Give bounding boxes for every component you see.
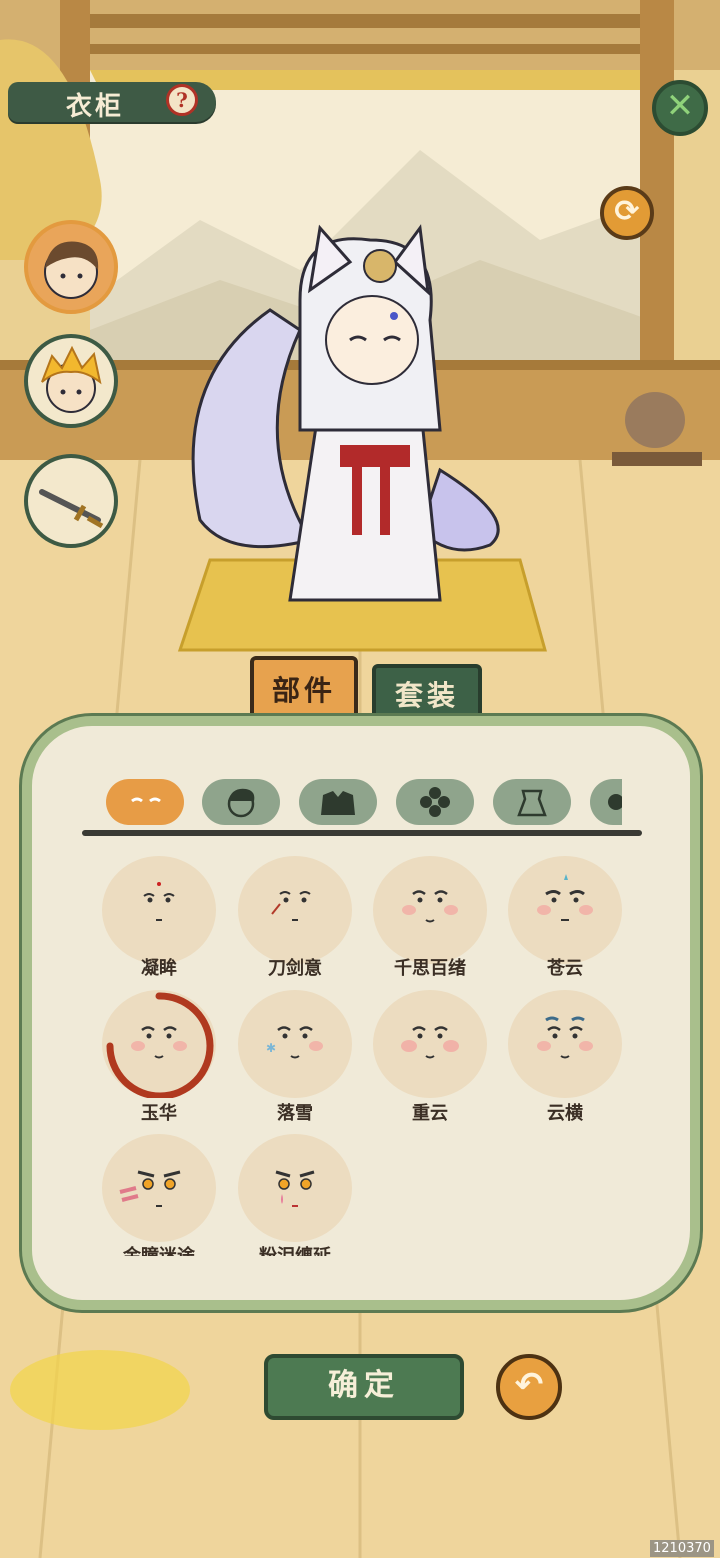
face-option-9[interactable]	[102, 1134, 216, 1242]
category-hair[interactable]	[202, 779, 280, 825]
face-option-4[interactable]	[508, 856, 622, 964]
face-label: 金瞳迷途	[89, 1242, 229, 1256]
category-divider	[82, 830, 642, 836]
face-label: 落雪	[277, 1103, 313, 1124]
page-title: 衣柜	[66, 92, 125, 122]
face-label: 粉泪缠延	[225, 1242, 365, 1256]
face-label: 千思百绪	[394, 958, 466, 979]
face-preview	[106, 992, 214, 1100]
sword-icon	[39, 489, 104, 529]
hair-icon	[227, 788, 255, 818]
face-option-3[interactable]	[373, 856, 487, 964]
build-id-label: 1210370	[650, 1540, 714, 1557]
category-accessory[interactable]	[396, 779, 474, 825]
face-label: 刀剑意	[268, 958, 322, 979]
face-preview: ✱	[266, 1026, 323, 1059]
face-option-1[interactable]	[102, 856, 216, 964]
more-icon	[608, 794, 622, 810]
face-preview	[119, 1170, 181, 1207]
face-option-5-selected[interactable]	[102, 990, 216, 1100]
close-button[interactable]: ✕	[652, 80, 708, 136]
blonde-hero-avatar	[41, 345, 102, 413]
face-option-7[interactable]	[373, 990, 487, 1098]
face-preview	[537, 874, 593, 921]
face-option-8[interactable]	[508, 990, 622, 1098]
brown-haired-hero-avatar	[44, 241, 99, 299]
svg-text:✱: ✱	[266, 1041, 276, 1055]
face-label: 苍云	[547, 958, 583, 979]
undo-button[interactable]: ↶	[496, 1354, 562, 1420]
face-label: 云横	[547, 1103, 583, 1124]
face-preview	[537, 1016, 593, 1059]
face-preview	[401, 1026, 459, 1059]
face-preview	[271, 891, 311, 921]
face-label: 玉华	[141, 1103, 177, 1124]
face-option-10[interactable]	[238, 1134, 352, 1242]
face-preview	[275, 1170, 315, 1207]
category-face[interactable]	[106, 779, 184, 825]
face-label: 凝眸	[141, 958, 177, 979]
face-option-2[interactable]	[238, 856, 352, 964]
help-icon[interactable]: ?	[166, 84, 198, 116]
tab-outfits[interactable]: 套装	[372, 664, 482, 720]
flower-icon	[420, 787, 450, 817]
accessory-icon	[517, 789, 547, 817]
confirm-button[interactable]: 确定	[264, 1354, 464, 1420]
face-preview	[402, 890, 458, 923]
tab-parts[interactable]: 部件	[250, 656, 358, 720]
character-slot-1[interactable]	[24, 220, 118, 314]
face-preview	[143, 882, 175, 921]
face-label: 重云	[412, 1103, 448, 1124]
category-more[interactable]	[590, 779, 622, 825]
clothing-icon	[321, 791, 355, 815]
character-slot-2[interactable]	[24, 334, 118, 428]
category-ornament[interactable]	[493, 779, 571, 825]
face-option-6[interactable]: ✱	[238, 990, 352, 1098]
item-slot-weapon[interactable]	[24, 454, 118, 548]
randomize-button[interactable]: ⟳	[600, 186, 654, 240]
category-clothing[interactable]	[299, 779, 377, 825]
face-icon	[131, 797, 161, 803]
